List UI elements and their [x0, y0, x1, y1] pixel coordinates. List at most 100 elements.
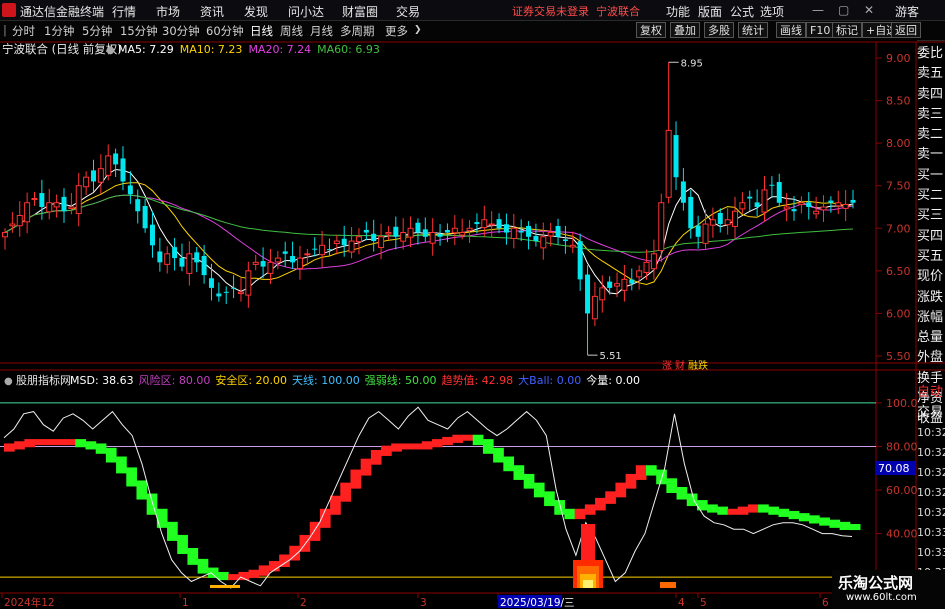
trend-step [676, 487, 688, 500]
trend-step [819, 517, 830, 526]
quote-field: 买五 [917, 248, 944, 264]
draw-line-button[interactable]: 画线 [776, 22, 806, 38]
trade-tab[interactable]: 交易 [917, 403, 945, 423]
trend-step [523, 473, 535, 489]
login-notice[interactable]: 证券交易未登录 宁波联合 [512, 3, 640, 19]
candle-body-down [577, 241, 583, 280]
trend-step [65, 439, 76, 446]
trend-step [54, 439, 66, 446]
tab-multi-period[interactable]: 多周期 [340, 23, 375, 39]
trend-step [34, 439, 46, 446]
trend-step [584, 504, 596, 515]
tab-30min[interactable]: 30分钟 [162, 23, 200, 39]
minimize-icon[interactable]: — [812, 3, 824, 17]
candle-body-down [688, 196, 694, 229]
candle-body-up [9, 223, 16, 227]
tab-weekly[interactable]: 周线 [280, 23, 303, 39]
tick-time: 10:33 [917, 546, 945, 559]
candle-body-down [363, 229, 369, 233]
candle-body-down [629, 279, 635, 284]
chevron-right-icon[interactable]: ❯ [414, 25, 422, 35]
sub-legend-toggle-icon: ● [4, 376, 13, 387]
trend-step [452, 434, 464, 443]
tick-time: 10:32 [917, 486, 945, 499]
candle-body-up [488, 223, 495, 226]
sub-y-tick-label: 60.00 [886, 484, 918, 497]
restore-icon[interactable]: ▢ [838, 3, 849, 17]
candle-body-up [83, 176, 90, 188]
ma-legend-item: MA60: 6.93 [317, 43, 380, 56]
candle-body-down [135, 199, 141, 212]
tick-time: 10:32 [917, 466, 945, 479]
tab-more[interactable]: 更多 [385, 23, 408, 39]
menu-xuanxiang[interactable]: 选项 [760, 3, 784, 20]
period-bar: | 分时 1分钟 5分钟 15分钟 30分钟 60分钟 日线 周线 月线 多周期… [0, 21, 945, 41]
overlay-button[interactable]: 叠加 [670, 22, 700, 38]
menu-banmian[interactable]: 版面 [698, 3, 722, 20]
f10-button[interactable]: F10 [806, 22, 835, 38]
trend-step [105, 447, 117, 463]
pin-icon[interactable]: | [3, 23, 7, 37]
trend-step [330, 495, 341, 515]
high-label: 8.95 [681, 58, 703, 69]
menu-shichang[interactable]: 市场 [156, 3, 180, 20]
menu-jiaoyi[interactable]: 交易 [396, 3, 420, 20]
tab-15min[interactable]: 15分钟 [120, 23, 158, 39]
close-icon[interactable]: ✕ [864, 3, 874, 17]
guest-label[interactable]: 游客 [895, 3, 919, 20]
back-button[interactable]: 返回 [891, 22, 921, 38]
candle-body-down [828, 200, 834, 203]
ma-legend-item: MA20: 7.24 [248, 43, 311, 56]
volume-flame-peak [581, 524, 595, 560]
candle-body-up [319, 244, 326, 256]
trend-step [462, 434, 474, 441]
candle-body-down [673, 135, 679, 178]
menu-zixun[interactable]: 资讯 [200, 3, 224, 20]
trend-step [218, 571, 229, 581]
candle-body-up [31, 197, 38, 200]
menu-hangqing[interactable]: 行情 [112, 3, 136, 20]
candle-body-up [481, 219, 488, 229]
candle-body-down [341, 238, 347, 246]
menu-gongshi[interactable]: 公式 [730, 3, 754, 20]
event-label: 财 [675, 359, 685, 372]
watermark-title: 乐淘公式网 [838, 574, 914, 592]
candle-body-up [333, 240, 340, 244]
candle-body-down [555, 225, 561, 237]
candle-body-down [695, 225, 701, 237]
tab-1min[interactable]: 1分钟 [44, 23, 74, 39]
indicator-name-label: 股朋指标网 [16, 373, 71, 387]
trend-step [513, 465, 525, 480]
multi-stock-button[interactable]: 多股 [704, 22, 734, 38]
menu-caifuquan[interactable]: 财富圈 [342, 3, 378, 20]
candle-body-up [53, 202, 60, 208]
candle-body-down [415, 222, 421, 233]
trend-step [503, 456, 515, 472]
chart-canvas[interactable]: 宁波联合 (日线 前复权) ● MA5: 7.29 MA10: 7.23 MA20:… [0, 40, 945, 609]
menu-faxian[interactable]: 发现 [244, 3, 268, 20]
tab-5min[interactable]: 5分钟 [82, 23, 112, 39]
y-tick-label: 6.50 [886, 265, 911, 278]
indicator-legend-item: 天线: 100.00 [292, 373, 360, 387]
stats-button[interactable]: 统计 [738, 22, 768, 38]
tab-fenshi[interactable]: 分时 [12, 23, 35, 39]
x-tick-label: 6 [822, 597, 829, 609]
trade-tab[interactable]: 自动 [917, 383, 945, 403]
trend-step [146, 493, 158, 515]
quote-field: 外盘 [917, 350, 944, 366]
trend-step [788, 510, 800, 520]
mark-button[interactable]: 标记 [832, 22, 862, 38]
tab-60min[interactable]: 60分钟 [206, 23, 244, 39]
tick-time: 10:33 [917, 526, 945, 539]
fuquan-button[interactable]: 复权 [636, 22, 666, 38]
menu-gongneng[interactable]: 功能 [666, 3, 690, 20]
candle-body-down [149, 224, 155, 246]
candle-body-up [378, 236, 385, 249]
candle-body-up [732, 210, 739, 227]
candle-body-up [466, 227, 473, 232]
menu-wenxiaoda[interactable]: 问小达 [288, 3, 324, 20]
tab-daily[interactable]: 日线 [250, 23, 273, 39]
trend-step [360, 458, 372, 476]
candle-body-down [393, 226, 399, 237]
tab-monthly[interactable]: 月线 [310, 23, 333, 39]
